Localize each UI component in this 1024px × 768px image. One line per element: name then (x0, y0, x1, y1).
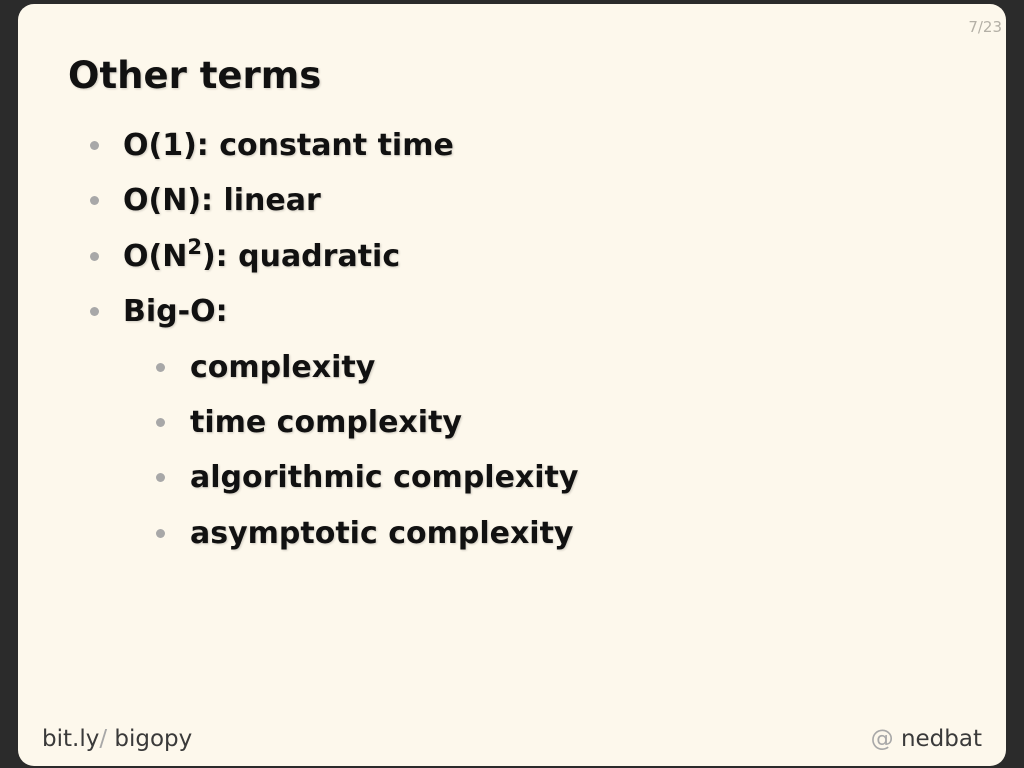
bullet-dot-icon (90, 196, 99, 206)
footer-link-slash: / (99, 726, 108, 752)
bullet-text: Big-O: (123, 294, 228, 330)
footer-link-path: bigopy (107, 726, 193, 752)
bullet-dot-icon (90, 141, 99, 150)
sub-bullet-text: algorithmic complexity (190, 460, 579, 496)
bullet-dot-icon (156, 362, 165, 372)
footer-link-domain: bit.ly (42, 726, 100, 752)
sub-bullet-text: time complexity (190, 404, 462, 440)
bullet-dot-icon (156, 417, 165, 427)
slide-title: Other terms (68, 54, 322, 97)
slide: 7/23 Other terms O(1): constant time O(N… (18, 4, 1006, 766)
sub-bullet-text: complexity (190, 349, 376, 385)
at-sign-icon: @ (870, 726, 894, 752)
bullet-text-prefix: O(N (123, 238, 188, 274)
bullet-superscript: 2 (187, 234, 202, 259)
footer-author-handle: @ nedbat (871, 726, 982, 752)
page-number: 7/23 (968, 18, 1002, 36)
bullet-dot-icon (156, 473, 165, 483)
footer-handle-text: nedbat (893, 726, 982, 752)
footer-short-link: bit.ly/ bigopy (42, 726, 192, 752)
sub-bullet-text: asymptotic complexity (190, 515, 574, 551)
bullet-dot-icon (90, 251, 99, 261)
bullet-text: O(N2): quadratic (123, 229, 400, 284)
bullet-dot-icon (90, 307, 99, 317)
bullet-text: O(N): linear (123, 183, 321, 219)
bullet-dot-icon (156, 528, 165, 538)
bullet-text: O(1): constant time (123, 128, 454, 163)
bullet-text-suffix: ): quadratic (201, 238, 401, 274)
